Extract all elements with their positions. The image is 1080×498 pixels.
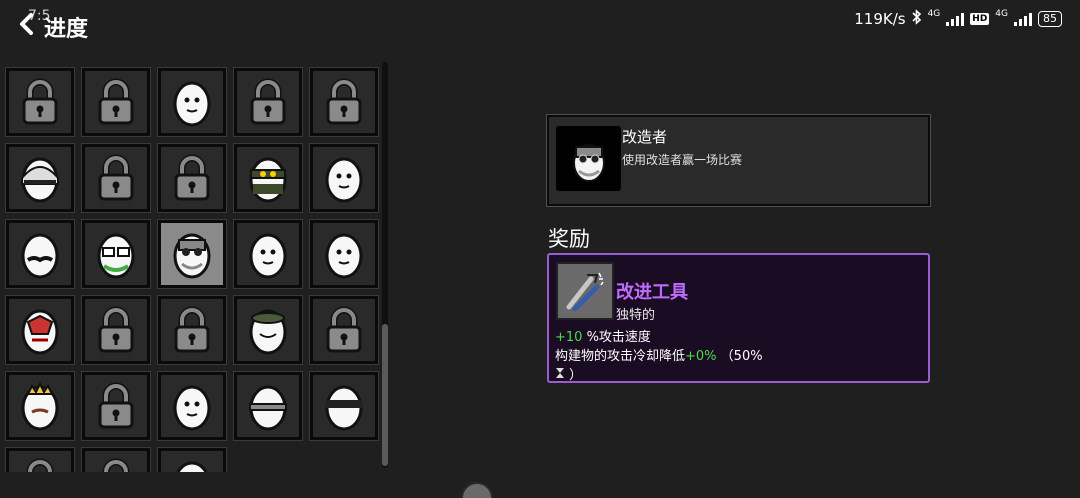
grid-cell[interactable] (81, 219, 151, 289)
grid-cell[interactable] (81, 67, 151, 137)
lock-icon (90, 304, 142, 356)
grid-cell[interactable] (5, 447, 75, 472)
lock-icon (166, 152, 218, 204)
grid-cell[interactable] (309, 295, 379, 365)
signal-icon (1014, 12, 1032, 26)
stat-value: +0% (685, 349, 717, 364)
grid-cell[interactable] (309, 67, 379, 137)
engineer-portrait-icon (556, 126, 621, 191)
grid-cell[interactable] (157, 447, 227, 472)
lock-icon (242, 76, 294, 128)
character-card: 改造者 使用改造者赢一场比赛 (546, 114, 931, 207)
grid-cell[interactable] (5, 67, 75, 137)
grid-cell[interactable] (157, 143, 227, 213)
grid-cell[interactable] (233, 295, 303, 365)
tools-icon (556, 262, 614, 320)
grid-cell[interactable] (81, 295, 151, 365)
signal-icon (946, 12, 965, 26)
stat-attack-speed: +10 %攻击速度 (555, 326, 651, 345)
stat-cooldown: 构建物的攻击冷却降低+0% （50% (555, 345, 763, 364)
scrollbar[interactable] (382, 62, 388, 468)
bluetooth-icon (912, 9, 922, 29)
lock-icon (166, 304, 218, 356)
floating-handle[interactable] (461, 482, 493, 498)
stat-value: +10 (555, 330, 583, 345)
lock-icon (90, 76, 142, 128)
character-name: 改造者 (622, 128, 668, 146)
lock-icon (90, 456, 142, 472)
egg-king-icon (14, 380, 66, 432)
grid-cell[interactable] (157, 295, 227, 365)
page-title: 进度 (44, 17, 89, 42)
stat-suffix: （50% (716, 349, 763, 364)
scrollbar-thumb[interactable] (382, 324, 388, 466)
grid-cell[interactable] (233, 371, 303, 441)
network-type-2: 4G (995, 9, 1008, 19)
lock-icon (90, 380, 142, 432)
character-grid[interactable] (0, 58, 380, 472)
grid-cell[interactable] (233, 219, 303, 289)
egg-character-icon (242, 228, 294, 280)
grid-cell[interactable] (309, 371, 379, 441)
egg-demon-icon (14, 304, 66, 356)
stat-label: ） (569, 368, 583, 383)
egg-engineer-icon (166, 228, 218, 280)
grid-cell[interactable] (157, 67, 227, 137)
grid-cell[interactable] (233, 143, 303, 213)
egg-bandit-icon (318, 380, 370, 432)
grid-cell[interactable] (5, 371, 75, 441)
status-bar: 119K/s 4G HD 4G 85 (854, 9, 1062, 29)
lock-icon (90, 152, 142, 204)
stat-continued: ） (555, 364, 582, 383)
egg-helmet-icon (14, 152, 66, 204)
character-description: 使用改造者赢一场比赛 (622, 153, 743, 167)
egg-worried-icon (318, 228, 370, 280)
egg-grin-icon (318, 152, 370, 204)
grid-cell[interactable] (81, 143, 151, 213)
lock-icon (14, 456, 66, 472)
grid-cell[interactable] (233, 67, 303, 137)
grid-cell[interactable] (5, 295, 75, 365)
lock-icon (318, 76, 370, 128)
egg-character-icon (166, 456, 218, 472)
grid-cell[interactable] (157, 371, 227, 441)
lock-icon (318, 304, 370, 356)
back-button[interactable] (16, 12, 40, 36)
battery-indicator: 85 (1038, 11, 1062, 27)
reward-heading: 奖励 (548, 227, 590, 251)
item-rarity: 独特的 (616, 308, 656, 323)
hourglass-icon (555, 368, 569, 383)
stat-label: %攻击速度 (582, 330, 651, 345)
reward-item-card: 改进工具 独特的 +10 %攻击速度 构建物的攻击冷却降低+0% （50% ） (547, 253, 930, 383)
grid-cell[interactable] (157, 219, 227, 289)
egg-spiked-icon (242, 380, 294, 432)
egg-ninja-icon (242, 152, 294, 204)
network-speed: 119K/s (854, 10, 906, 28)
grid-cell[interactable] (5, 219, 75, 289)
grid-cell[interactable] (5, 143, 75, 213)
back-arrow-icon (20, 13, 33, 35)
egg-character-icon (166, 76, 218, 128)
grid-cell[interactable] (81, 371, 151, 441)
grid-cell[interactable] (309, 143, 379, 213)
lock-icon (14, 76, 66, 128)
item-name: 改进工具 (616, 282, 688, 303)
hd-badge: HD (970, 13, 990, 25)
stat-label: 构建物的攻击冷却降低 (555, 349, 686, 364)
egg-mustache-icon (14, 228, 66, 280)
grid-cell[interactable] (81, 447, 151, 472)
network-type-1: 4G (927, 9, 941, 19)
grid-cell[interactable] (309, 219, 379, 289)
egg-hat-icon (242, 304, 294, 356)
egg-character-icon (166, 380, 218, 432)
egg-glasses-icon (90, 228, 142, 280)
